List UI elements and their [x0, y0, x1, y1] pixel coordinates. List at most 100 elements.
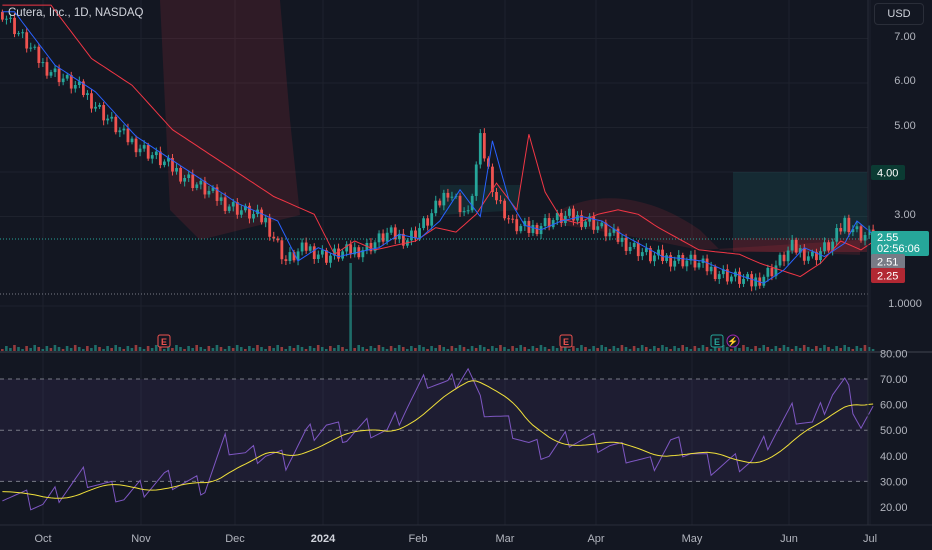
candle-body — [531, 224, 535, 233]
candle-body — [430, 213, 434, 226]
volume-bar — [511, 346, 514, 351]
volume-bar — [742, 345, 745, 351]
volume-bar — [410, 346, 413, 351]
volume-bar — [725, 347, 729, 351]
candle-body — [503, 200, 506, 219]
volume-bar — [373, 348, 377, 351]
candle-body — [778, 254, 782, 266]
volume-bar — [260, 347, 263, 351]
candle-body — [482, 133, 486, 159]
candle-body — [434, 200, 438, 214]
candle-body — [191, 174, 195, 189]
volume-bar — [33, 345, 36, 351]
candle-body — [847, 217, 851, 233]
candle-body — [219, 197, 223, 201]
candle-body — [199, 180, 203, 185]
candle-body — [264, 217, 268, 223]
candle-body — [349, 244, 353, 255]
volume-bar — [397, 345, 401, 351]
volume-bar — [312, 348, 316, 351]
candle-body — [33, 46, 37, 48]
currency-button[interactable]: USD — [874, 3, 924, 25]
volume-bar — [98, 347, 101, 351]
volume-bar — [851, 349, 855, 351]
volume-bar — [134, 345, 138, 351]
time-tick-label: Oct — [34, 533, 51, 545]
candle-body — [252, 214, 255, 219]
volume-bar — [308, 346, 312, 351]
volume-bar — [555, 348, 559, 351]
candle-body — [414, 230, 417, 238]
volume-bar — [697, 348, 701, 351]
volume-bar — [855, 346, 859, 351]
time-tick-label: Nov — [131, 533, 151, 545]
volume-bar — [61, 349, 65, 351]
volume-bar — [665, 347, 668, 351]
candle-body — [782, 254, 786, 262]
volume-bar — [284, 349, 288, 351]
volume-bar — [142, 349, 146, 351]
candle-body — [608, 232, 612, 237]
candle-body — [543, 218, 547, 227]
volume-bar — [507, 349, 510, 351]
candle-body — [519, 226, 523, 232]
volume-bar — [515, 348, 518, 351]
candle-body — [308, 246, 312, 251]
volume-bar — [823, 345, 826, 351]
volume-bar — [353, 348, 356, 351]
volume-bar — [154, 345, 158, 351]
volume-bar — [640, 345, 644, 351]
volume-bar — [49, 348, 53, 351]
candle-body — [592, 216, 596, 230]
chart-canvas: E E E ⚡7.006.005.003.001.00004.002.5502:56:… — [0, 0, 932, 545]
candle-body — [596, 226, 600, 230]
volume-bar — [146, 346, 150, 351]
volume-bar — [73, 345, 77, 351]
candle-body — [855, 226, 859, 230]
candle-body — [130, 138, 134, 143]
candle-body — [195, 184, 199, 189]
price-tick-label: 6.00 — [894, 75, 915, 87]
volume-bar — [495, 348, 498, 351]
candle-body — [495, 192, 498, 201]
volume-bar — [798, 348, 802, 351]
volume-bar — [446, 349, 450, 351]
volume-bar — [163, 349, 166, 351]
candle-body — [57, 68, 61, 83]
candle-body — [446, 192, 450, 198]
volume-bar — [568, 349, 571, 351]
volume-bar — [661, 345, 664, 351]
volume-bar — [401, 347, 405, 351]
volume-bar — [689, 349, 693, 351]
candle-body — [843, 217, 847, 232]
rsi-tick-label: 70.00 — [880, 374, 908, 386]
volume-bar — [13, 345, 16, 351]
volume-bar — [596, 348, 599, 351]
price-tick-label: 1.0000 — [888, 298, 922, 310]
candle-body — [709, 266, 713, 272]
candle-body — [102, 105, 106, 121]
volume-bar — [256, 345, 259, 351]
candle-body — [770, 267, 774, 277]
volume-bar — [669, 349, 672, 351]
volume-bar — [592, 346, 595, 351]
volume-bar — [231, 348, 235, 351]
volume-bar — [677, 348, 680, 351]
volume-bar — [357, 345, 360, 351]
candle-body — [478, 133, 482, 165]
candle-body — [329, 255, 332, 263]
volume-bar — [620, 345, 624, 351]
candle-body — [61, 78, 65, 83]
volume-bar — [325, 349, 328, 351]
candle-body — [389, 227, 393, 233]
volume-bar — [693, 346, 697, 351]
volume-bar — [470, 346, 474, 351]
time-tick-label: Jul — [863, 533, 877, 545]
volume-bar — [138, 347, 142, 351]
volume-bar — [21, 349, 24, 351]
candle-body — [73, 85, 77, 89]
volume-bar — [450, 346, 454, 351]
blue-price-label: 2.51 — [877, 257, 898, 269]
volume-bar — [819, 348, 822, 351]
volume-bar — [365, 349, 369, 351]
